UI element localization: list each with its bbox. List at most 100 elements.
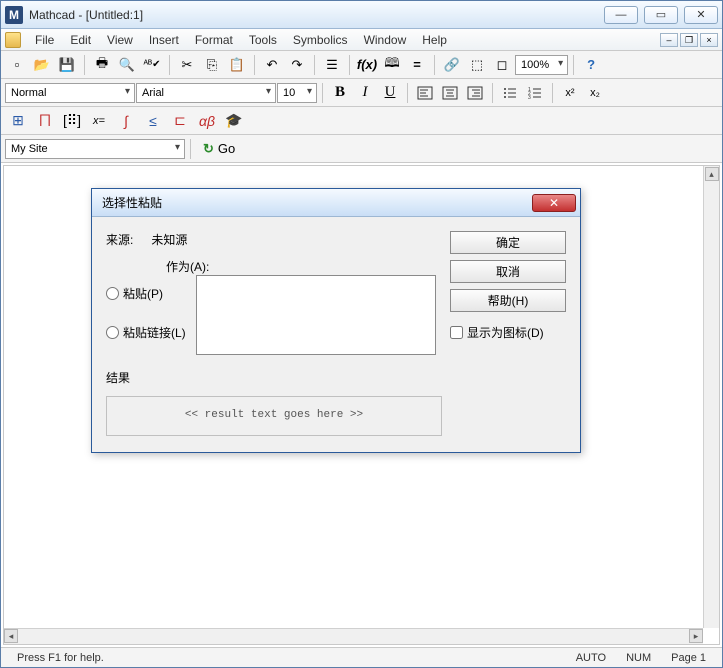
graph-palette-icon[interactable]: ⨅	[32, 110, 58, 132]
close-button[interactable]: ✕	[684, 6, 718, 24]
evaluation-palette-icon[interactable]: x=	[86, 110, 112, 132]
dialog-title: 选择性粘贴	[102, 194, 162, 211]
mdi-close[interactable]: ×	[700, 33, 718, 47]
copy-icon[interactable]: ⎘	[200, 54, 224, 76]
superscript-button[interactable]: x²	[558, 82, 582, 104]
dialog-titlebar[interactable]: 选择性粘贴 ✕	[92, 189, 580, 217]
calculus-palette-icon[interactable]: ∫	[113, 110, 139, 132]
source-label: 来源:	[106, 231, 133, 248]
paste-link-radio[interactable]	[106, 326, 119, 339]
menu-insert[interactable]: Insert	[141, 31, 187, 49]
insert-hyperlink-icon[interactable]: 🔗	[440, 54, 464, 76]
boolean-palette-icon[interactable]: ≤	[140, 110, 166, 132]
insert-function-icon[interactable]: f(x)	[355, 54, 379, 76]
status-num: NUM	[616, 652, 661, 664]
number-list-button[interactable]: 123	[523, 82, 547, 104]
show-icon-label: 显示为图标(D)	[467, 324, 544, 341]
style-value: Normal	[11, 87, 46, 99]
menu-edit[interactable]: Edit	[62, 31, 99, 49]
new-icon[interactable]: ▫	[5, 54, 29, 76]
dialog-close-button[interactable]: ✕	[532, 194, 576, 212]
ok-button[interactable]: 确定	[450, 231, 566, 254]
menu-window[interactable]: Window	[356, 31, 415, 49]
greek-palette-icon[interactable]: αβ	[194, 110, 220, 132]
print-preview-icon[interactable]: 🔍	[115, 54, 139, 76]
open-icon[interactable]: 📂	[30, 54, 54, 76]
paste-radio[interactable]	[106, 287, 119, 300]
window-controls: — ▭ ✕	[604, 6, 718, 24]
help-icon[interactable]: ?	[579, 54, 603, 76]
format-listbox[interactable]	[196, 275, 436, 355]
menu-help[interactable]: Help	[414, 31, 455, 49]
go-button[interactable]: ↻ Go	[196, 138, 242, 160]
menubar: File Edit View Insert Format Tools Symbo…	[1, 29, 722, 51]
mdi-restore[interactable]: ❐	[680, 33, 698, 47]
cut-icon[interactable]: ✂	[175, 54, 199, 76]
mdi-controls: – ❐ ×	[660, 33, 718, 47]
document-area[interactable]: ▴ ◂ ▸ 选择性粘贴 ✕ 来源: 未知源 作为(A):	[3, 165, 720, 645]
size-combo[interactable]: 10	[277, 83, 317, 103]
paste-radio-label: 粘贴(P)	[123, 285, 163, 302]
zoom-combo[interactable]: 100%	[515, 55, 568, 75]
statusbar: Press F1 for help. AUTO NUM Page 1	[1, 647, 722, 667]
redo-icon[interactable]: ↷	[285, 54, 309, 76]
app-icon: M	[5, 6, 23, 24]
spellcheck-icon[interactable]: ᴬᴮ✔	[140, 54, 164, 76]
result-box: << result text goes here >>	[106, 396, 442, 436]
undo-icon[interactable]: ↶	[260, 54, 284, 76]
minimize-button[interactable]: —	[604, 6, 638, 24]
app-menu-icon[interactable]	[5, 32, 21, 48]
resource-combo[interactable]: My Site	[5, 139, 185, 159]
align-center-button[interactable]	[438, 82, 462, 104]
cancel-button[interactable]: 取消	[450, 260, 566, 283]
go-icon: ↻	[203, 141, 214, 157]
bold-button[interactable]: B	[328, 82, 352, 104]
paste-icon[interactable]: 📋	[225, 54, 249, 76]
paste-special-dialog: 选择性粘贴 ✕ 来源: 未知源 作为(A): 粘贴(P)	[91, 188, 581, 453]
horizontal-scrollbar[interactable]: ◂ ▸	[4, 628, 703, 644]
show-icon-checkbox[interactable]	[450, 326, 463, 339]
calculate-icon[interactable]: =	[405, 54, 429, 76]
go-label: Go	[218, 141, 235, 156]
align-left-button[interactable]	[413, 82, 437, 104]
scroll-right-icon[interactable]: ▸	[689, 629, 703, 643]
insert-object-icon[interactable]: ◻	[490, 54, 514, 76]
zoom-value: 100%	[521, 59, 549, 71]
as-label: 作为(A):	[166, 258, 442, 275]
italic-button[interactable]: I	[353, 82, 377, 104]
programming-palette-icon[interactable]: ⊏	[167, 110, 193, 132]
save-icon[interactable]: 💾	[55, 54, 79, 76]
matrix-palette-icon[interactable]: [⠿]	[59, 110, 85, 132]
scroll-left-icon[interactable]: ◂	[4, 629, 18, 643]
font-combo[interactable]: Arial	[136, 83, 276, 103]
print-icon[interactable]: 🖶	[90, 54, 114, 76]
vertical-scrollbar[interactable]: ▴	[703, 166, 719, 628]
menu-symbolics[interactable]: Symbolics	[285, 31, 356, 49]
scroll-up-icon[interactable]: ▴	[705, 167, 719, 181]
menu-view[interactable]: View	[99, 31, 141, 49]
menu-file[interactable]: File	[27, 31, 62, 49]
align-regions-icon[interactable]: ☰	[320, 54, 344, 76]
status-page: Page 1	[661, 652, 716, 664]
help-button[interactable]: 帮助(H)	[450, 289, 566, 312]
subscript-button[interactable]: x₂	[583, 82, 607, 104]
dialog-body: 来源: 未知源 作为(A): 粘贴(P) 粘贴链接(L)	[92, 217, 580, 452]
calculator-palette-icon[interactable]: ⊞	[5, 110, 31, 132]
paste-link-radio-label: 粘贴链接(L)	[123, 324, 186, 341]
formatting-toolbar: Normal Arial 10 B I U 123 x² x₂	[1, 79, 722, 107]
bullet-list-button[interactable]	[498, 82, 522, 104]
underline-button[interactable]: U	[378, 82, 402, 104]
resource-value: My Site	[11, 143, 48, 155]
mdi-minimize[interactable]: –	[660, 33, 678, 47]
menu-tools[interactable]: Tools	[241, 31, 285, 49]
status-help: Press F1 for help.	[7, 652, 114, 664]
titlebar: M Mathcad - [Untitled:1] — ▭ ✕	[1, 1, 722, 29]
symbolic-palette-icon[interactable]: 🎓	[221, 110, 247, 132]
style-combo[interactable]: Normal	[5, 83, 135, 103]
menu-format[interactable]: Format	[187, 31, 241, 49]
insert-unit-icon[interactable]: 🕮	[380, 54, 404, 76]
math-toolbar: ⊞ ⨅ [⠿] x= ∫ ≤ ⊏ αβ 🎓	[1, 107, 722, 135]
insert-component-icon[interactable]: ⬚	[465, 54, 489, 76]
maximize-button[interactable]: ▭	[644, 6, 678, 24]
align-right-button[interactable]	[463, 82, 487, 104]
